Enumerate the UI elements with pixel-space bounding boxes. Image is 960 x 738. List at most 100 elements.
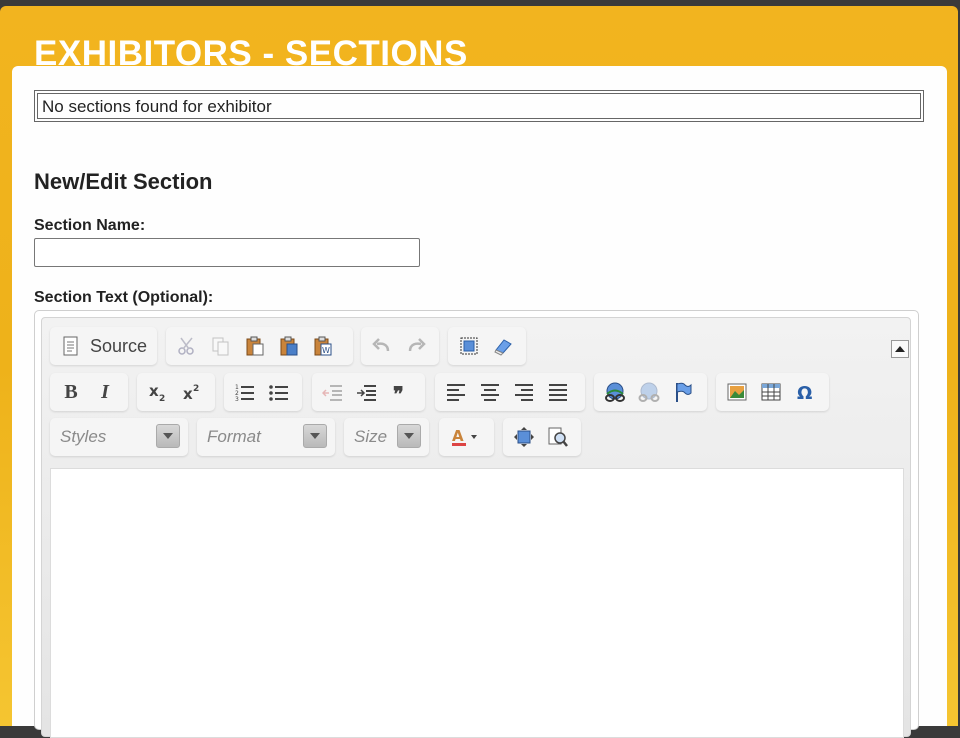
toolbar-group-undo	[361, 327, 439, 365]
svg-text:2: 2	[159, 394, 165, 403]
bold-button[interactable]: B	[54, 377, 88, 407]
bulleted-list-button[interactable]	[262, 377, 296, 407]
svg-text:❞: ❞	[393, 382, 404, 403]
align-left-button[interactable]	[439, 377, 473, 407]
unlink-button[interactable]	[632, 377, 666, 407]
align-center-button[interactable]	[473, 377, 507, 407]
table-button[interactable]	[754, 377, 788, 407]
styles-dropdown[interactable]: Styles	[50, 418, 188, 456]
select-all-button[interactable]	[452, 331, 486, 361]
section-text-label: Section Text (Optional):	[34, 289, 214, 306]
omega-icon: Ω	[797, 383, 812, 403]
superscript-icon: x2	[183, 384, 199, 403]
format-label: Format	[207, 427, 261, 446]
svg-text:x: x	[183, 385, 193, 403]
toolbar-group-view	[503, 418, 581, 456]
link-icon	[605, 382, 625, 402]
bulleted-list-icon	[269, 385, 288, 401]
align-center-icon	[481, 384, 499, 401]
toolbar-group-clipboard: W	[166, 327, 353, 365]
svg-text:2: 2	[193, 384, 199, 394]
chevron-down-icon	[163, 433, 173, 439]
redo-icon	[408, 338, 426, 352]
toolbar-group-document: Source	[50, 327, 157, 365]
link-button[interactable]	[598, 377, 632, 407]
chevron-down-icon	[310, 433, 320, 439]
toolbar-group-align	[435, 373, 585, 411]
text-color-button[interactable]: A	[443, 422, 489, 452]
select-all-icon	[460, 337, 478, 355]
numbered-list-button[interactable]: 123	[228, 377, 262, 407]
indent-button[interactable]	[350, 377, 384, 407]
empty-sections-message: No sections found for exhibitor	[37, 93, 921, 119]
svg-text:3: 3	[235, 396, 239, 403]
special-character-button[interactable]: Ω	[788, 377, 822, 407]
paste-from-word-button[interactable]: W	[306, 331, 340, 361]
toolbar-group-basic-styles: B I	[50, 373, 128, 411]
blockquote-button[interactable]: ❞	[384, 377, 418, 407]
svg-text:x: x	[149, 382, 159, 400]
size-dropdown[interactable]: Size	[344, 418, 429, 456]
clipboard-text-icon	[280, 336, 298, 356]
remove-format-button[interactable]	[486, 331, 520, 361]
bold-label: B	[64, 380, 78, 403]
redo-button[interactable]	[399, 331, 433, 361]
italic-label: I	[101, 380, 109, 403]
styles-dropdown-button[interactable]	[156, 424, 180, 448]
scissors-icon	[178, 337, 194, 355]
image-button[interactable]	[720, 377, 754, 407]
svg-text:A: A	[452, 427, 464, 445]
toolbar-group-colors: A	[439, 418, 494, 456]
rich-text-editor: Source W B I x 2 x 2 1 2 3 ❞ Ω Styles Fo…	[34, 310, 919, 738]
format-dropdown[interactable]: Format	[197, 418, 335, 456]
align-left-icon	[447, 384, 465, 401]
collapse-toolbar-button[interactable]	[891, 340, 909, 358]
svg-text:Ω: Ω	[797, 383, 812, 403]
undo-button[interactable]	[365, 331, 399, 361]
indent-icon	[357, 385, 376, 401]
superscript-button[interactable]: x2	[175, 377, 209, 407]
anchor-button[interactable]	[666, 377, 700, 407]
size-label: Size	[354, 427, 388, 446]
magnifier-icon	[548, 427, 568, 447]
text-color-icon: A	[452, 427, 477, 446]
collapse-arrow-icon	[895, 346, 905, 352]
maximize-button[interactable]	[507, 422, 541, 452]
maximize-icon	[514, 427, 534, 447]
paste-text-button[interactable]	[272, 331, 306, 361]
section-name-input[interactable]	[34, 238, 420, 267]
copy-button[interactable]	[204, 331, 238, 361]
form-heading: New/Edit Section	[34, 169, 213, 194]
copy-icon	[212, 337, 229, 356]
source-button[interactable]: Source	[54, 331, 153, 361]
preview-button[interactable]	[541, 422, 575, 452]
toolbar-group-insert: Ω	[716, 373, 829, 411]
editor-toolbar-area: Source W B I x 2 x 2 1 2 3 ❞ Ω Styles Fo…	[41, 317, 911, 738]
size-dropdown-button[interactable]	[397, 424, 421, 448]
toolbar-group-links	[594, 373, 707, 411]
cut-button[interactable]	[170, 331, 204, 361]
editor-content-area[interactable]	[50, 468, 904, 738]
align-right-button[interactable]	[507, 377, 541, 407]
outdent-button[interactable]	[316, 377, 350, 407]
content-panel: No sections found for exhibitor New/Edit…	[12, 66, 947, 738]
justify-button[interactable]	[541, 377, 575, 407]
clipboard-icon	[246, 336, 264, 356]
undo-icon	[372, 338, 390, 352]
numbered-list-icon: 123	[235, 384, 254, 403]
paste-button[interactable]	[238, 331, 272, 361]
format-dropdown-button[interactable]	[303, 424, 327, 448]
chevron-down-icon	[404, 433, 414, 439]
styles-label: Styles	[60, 427, 107, 446]
clipboard-word-icon: W	[314, 336, 332, 356]
flag-icon	[676, 382, 692, 402]
document-icon	[63, 336, 78, 356]
justify-icon	[549, 384, 567, 401]
toolbar-group-scripts: x2 x2	[137, 373, 215, 411]
unlink-icon	[638, 382, 660, 402]
toolbar-group-indent: ❞	[312, 373, 425, 411]
eraser-icon	[494, 339, 512, 356]
image-icon	[727, 383, 747, 401]
subscript-button[interactable]: x2	[141, 377, 175, 407]
italic-button[interactable]: I	[88, 377, 122, 407]
